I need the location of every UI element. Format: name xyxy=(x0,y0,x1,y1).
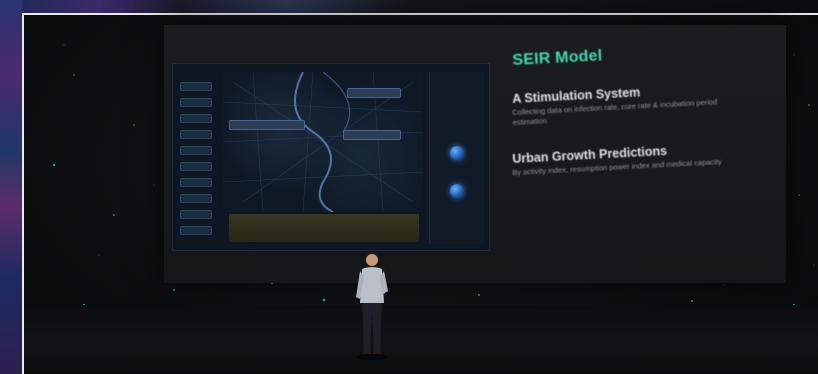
keynote-scene: SEIR Model A Stimulation System Collecti… xyxy=(0,0,818,374)
sidebar-pill xyxy=(180,82,212,91)
city-map xyxy=(222,71,424,213)
blurred-background-top xyxy=(0,0,818,14)
dashboard-right-panel xyxy=(429,72,484,244)
sidebar-pill xyxy=(180,162,212,171)
map-callout xyxy=(229,120,305,130)
bottom-chart-strip xyxy=(229,214,419,242)
globe-icon xyxy=(450,146,464,160)
sidebar-pill xyxy=(180,210,212,219)
sidebar-pill xyxy=(180,178,212,187)
blurred-background-left xyxy=(0,0,22,374)
sidebar-pill xyxy=(180,130,212,139)
stage-floor xyxy=(24,305,818,374)
sidebar-pill xyxy=(180,194,212,203)
globe-icon xyxy=(450,184,464,198)
sidebar-pill xyxy=(180,98,212,107)
sidebar-pill xyxy=(180,226,212,235)
map-callout xyxy=(347,88,401,98)
dashboard-sidebar xyxy=(177,82,215,244)
map-callout xyxy=(343,130,401,140)
presenter xyxy=(356,254,388,360)
sidebar-pill xyxy=(180,114,212,123)
sidebar-pill xyxy=(180,146,212,155)
dashboard-screenshot xyxy=(172,63,490,251)
